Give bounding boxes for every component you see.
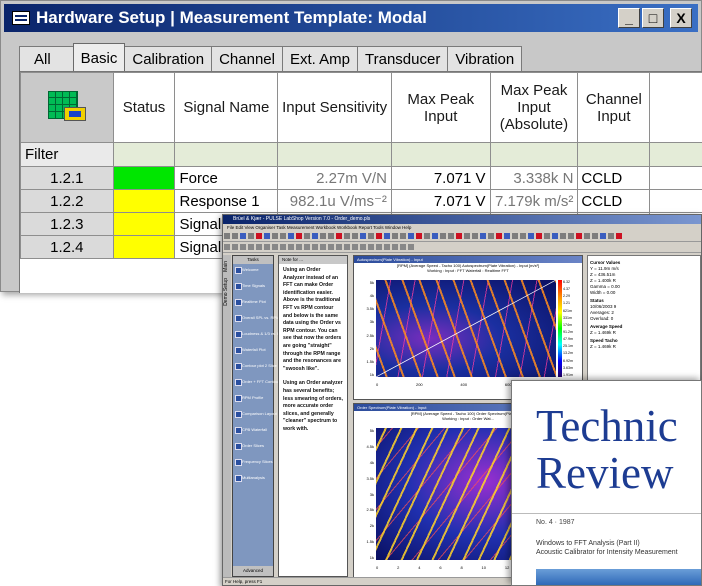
hardware-module-icon xyxy=(47,90,86,125)
max-peak-cell[interactable]: 7.071 V xyxy=(390,166,491,190)
sensitivity-cell[interactable]: 2.27m V/N xyxy=(277,166,392,190)
tab-channel[interactable]: Channel xyxy=(211,46,283,71)
channel-input-cell[interactable]: CCLD xyxy=(577,189,651,213)
col-max-peak-absolute[interactable]: Max Peak Input (Absolute) xyxy=(489,72,579,143)
tab-basic[interactable]: Basic xyxy=(72,43,126,72)
tasks-panel: Tasks Welcome Time Signals Realtime Plot… xyxy=(232,255,286,577)
row-id[interactable]: 1.2.2 xyxy=(20,189,114,213)
tab-all[interactable]: All xyxy=(19,46,74,71)
menu-bar[interactable]: File Edit View Organiser Task Measuremen… xyxy=(223,224,701,231)
toolbar[interactable] xyxy=(223,231,701,242)
extra-cell xyxy=(649,166,702,190)
window-controls: _ □ X xyxy=(618,8,692,28)
filter-max-peak-abs[interactable] xyxy=(489,142,579,167)
tab-strip: All Basic Calibration Channel Ext. Amp T… xyxy=(19,43,523,72)
task-item[interactable]: Welcome xyxy=(233,264,273,280)
task-item[interactable]: Contour plot 2 Slice xyxy=(233,360,277,376)
tab-ext-amp[interactable]: Ext. Amp xyxy=(281,46,358,71)
col-signal-name[interactable]: Signal Name xyxy=(174,72,279,143)
col-extra xyxy=(649,72,702,143)
maximize-button[interactable]: □ xyxy=(642,8,664,28)
cover-title: Technic Review xyxy=(536,401,678,498)
labshop-title-bar[interactable]: Brüel & Kjær - PULSE LabShop Version 7.0… xyxy=(223,215,701,224)
filter-row: Filter xyxy=(20,142,702,167)
filter-label: Filter xyxy=(20,142,114,167)
window-title: Hardware Setup | Measurement Template: M… xyxy=(36,8,427,27)
task-item[interactable]: CPB Waterfall xyxy=(233,424,273,440)
toolbar-secondary[interactable] xyxy=(223,242,701,253)
max-peak-abs-cell[interactable]: 7.179k m/s² xyxy=(489,189,579,213)
max-peak-cell[interactable]: 7.071 V xyxy=(390,189,491,213)
status-indicator xyxy=(112,235,176,259)
window-icon xyxy=(12,11,30,25)
plot-subtitle: [RPM] (Average Speed - Tacho 100) Autosp… xyxy=(396,263,540,273)
filter-max-peak[interactable] xyxy=(390,142,491,167)
spectrogram xyxy=(376,280,556,377)
plot-title: Autospectrum(Plate Vibration) - Input xyxy=(354,256,582,263)
table-row[interactable]: 1.2.2 Response 1 982.1u V/ms⁻² 7.071 V 7… xyxy=(20,189,702,213)
technical-review-cover: Technic Review No. 4 · 1987 Windows to F… xyxy=(511,380,702,586)
tab-vibration[interactable]: Vibration xyxy=(447,46,523,71)
signal-name-cell[interactable]: Response 1 xyxy=(174,189,279,213)
col-channel-input[interactable]: Channel Input xyxy=(577,72,651,143)
col-max-peak-input[interactable]: Max Peak Input xyxy=(390,72,491,143)
title-bar[interactable]: Hardware Setup | Measurement Template: M… xyxy=(4,4,698,32)
max-peak-abs-cell[interactable]: 3.338k N xyxy=(489,166,579,190)
signal-name-cell[interactable]: Force xyxy=(174,166,279,190)
minimize-button[interactable]: _ xyxy=(618,8,640,28)
side-tabs[interactable]: Main Demo Setup xyxy=(223,255,231,577)
col-status[interactable]: Status xyxy=(112,72,176,143)
status-indicator xyxy=(112,189,176,213)
note-text: Using an Order Analyzer instead of an FF… xyxy=(279,264,347,443)
task-item[interactable]: Loudness & 1/3 vs. RPM xyxy=(233,328,286,344)
y-axis: 5k 4.5k 4k 3.5k 3k 2.5k 2k 1.5k 1k xyxy=(366,428,374,560)
note-pane: Note for ... Using an Order Analyzer ins… xyxy=(278,255,348,577)
channel-input-cell[interactable]: CCLD xyxy=(577,166,651,190)
note-title: Note for ... xyxy=(279,256,347,264)
task-item[interactable]: Realtime Plot xyxy=(233,296,273,312)
extra-cell xyxy=(649,189,702,213)
task-item[interactable]: Frequency Slices xyxy=(233,456,273,472)
tasks-title: Tasks xyxy=(233,256,273,264)
task-item[interactable]: Overall SPL vs. RPM xyxy=(233,312,279,328)
tab-calibration[interactable]: Calibration xyxy=(124,46,213,71)
tab-transducer[interactable]: Transducer xyxy=(357,46,449,71)
side-tab-demo-setup[interactable]: Demo Setup xyxy=(223,278,229,306)
filter-extra xyxy=(649,142,702,167)
note-paragraph: Using an Order Analyzer instead of an FF… xyxy=(283,267,342,372)
hardware-icon-cell[interactable] xyxy=(20,72,114,143)
autospectrum-plot[interactable]: Autospectrum(Plate Vibration) - Input [R… xyxy=(353,255,583,400)
task-item[interactable]: Waterfall Plot xyxy=(233,344,273,360)
table-row[interactable]: 1.2.1 Force 2.27m V/N 7.071 V 3.338k N C… xyxy=(20,166,702,190)
filter-sensitivity[interactable] xyxy=(277,142,392,167)
advanced-button[interactable]: Advanced xyxy=(233,566,273,576)
color-scale: 6.32 4.37 2.29 1.21 621m 331m 174m 91.2m 47.9m 25… xyxy=(558,280,580,377)
cover-issue: No. 4 · 1987 xyxy=(536,519,575,526)
filter-status[interactable] xyxy=(112,142,176,167)
row-id[interactable]: 1.2.1 xyxy=(20,166,114,190)
task-item[interactable]: Order + FFT Contour xyxy=(233,376,279,392)
note-paragraph: Using an Order analyzer has several bene… xyxy=(283,380,343,432)
side-tab-main[interactable]: Main xyxy=(223,261,229,272)
status-indicator xyxy=(112,166,176,190)
task-item[interactable]: RPM Profile xyxy=(233,392,273,408)
cover-photo xyxy=(536,569,701,585)
cover-divider xyxy=(512,513,701,514)
cover-line: Acoustic Calibrator for Intensity Measur… xyxy=(536,549,678,556)
sensitivity-cell[interactable]: 982.1u V/ms⁻² xyxy=(277,189,392,213)
y-axis: 5k 4k 3.5k 3k 2.5k 2k 1.5k 1k xyxy=(366,280,374,377)
cover-line: Windows to FFT Analysis (Part II) xyxy=(536,540,640,547)
col-input-sensitivity[interactable]: Input Sensitivity xyxy=(277,72,392,143)
filter-channel[interactable] xyxy=(577,142,651,167)
task-item[interactable]: Multianalysis xyxy=(233,472,273,488)
status-indicator xyxy=(112,212,176,236)
row-id[interactable]: 1.2.3 xyxy=(20,212,114,236)
task-item[interactable]: Time Signals xyxy=(233,280,273,296)
filter-signal-name[interactable] xyxy=(174,142,279,167)
header-row: Status Signal Name Input Sensitivity Max… xyxy=(20,72,702,143)
row-id[interactable]: 1.2.4 xyxy=(20,235,114,259)
task-item[interactable]: Order Slices xyxy=(233,440,273,456)
task-item[interactable]: Comparison Layout xyxy=(233,408,277,424)
close-button[interactable]: X xyxy=(670,8,692,28)
